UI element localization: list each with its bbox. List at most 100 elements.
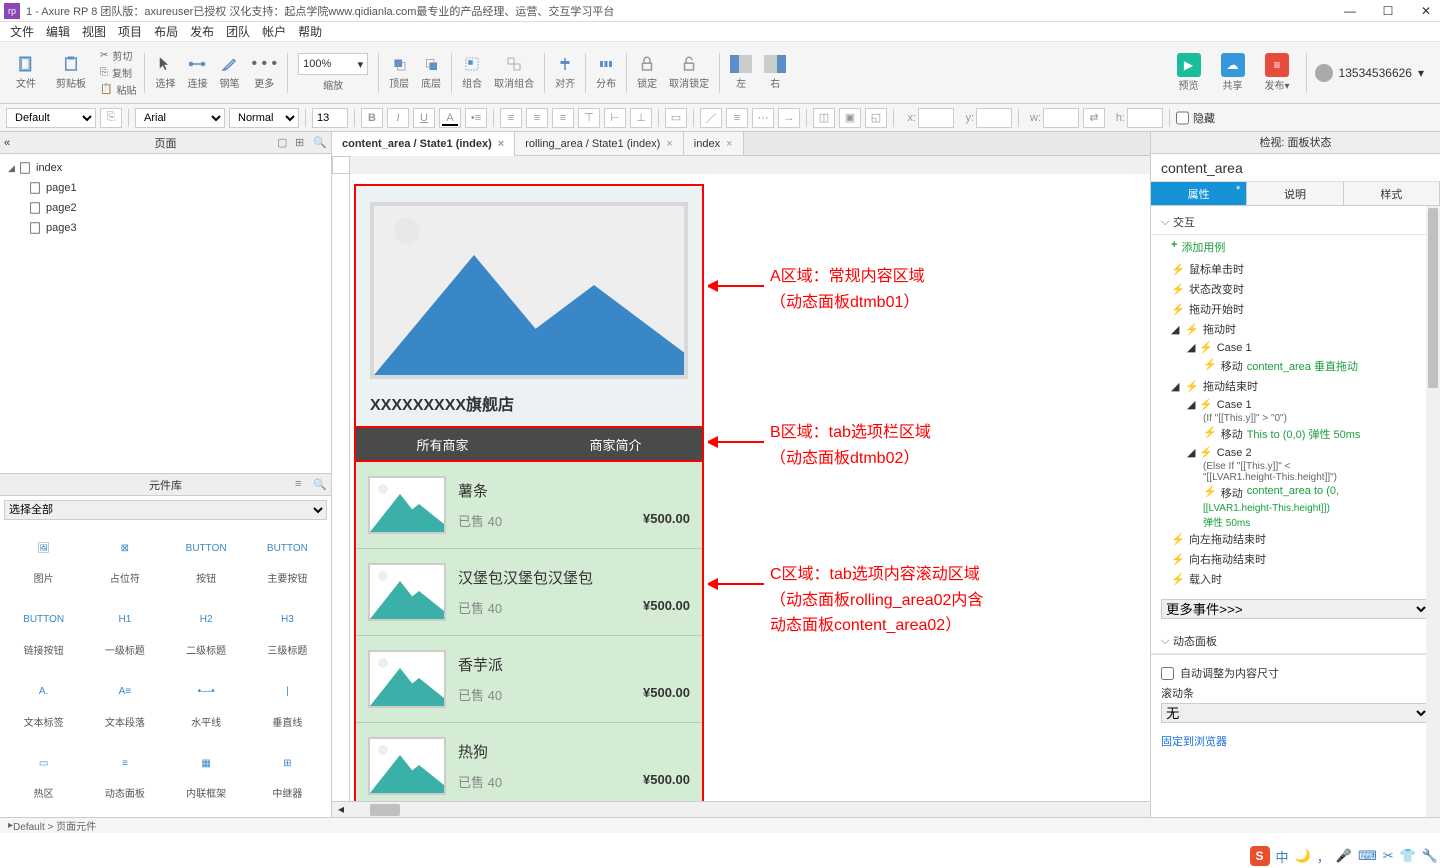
style-select[interactable]: Default (6, 108, 96, 128)
canvas-content[interactable]: XXXXXXXXX旗舰店 所有商家 商家简介 薯条 已售 40 ¥500.00 … (350, 174, 1150, 801)
ime-comma-icon[interactable]: ， (1317, 847, 1330, 866)
add-folder-icon[interactable]: ⊞ (295, 136, 309, 150)
tool-preview[interactable]: ▶ 预览 (1169, 53, 1209, 93)
tool-paste[interactable]: 📋粘贴 (100, 82, 136, 97)
menu-account[interactable]: 帐户 (262, 23, 286, 40)
search-icon[interactable]: 🔍 (313, 136, 327, 150)
valign-top-button[interactable]: ⊤ (578, 108, 600, 128)
minimize-button[interactable]: — (1340, 4, 1360, 18)
line-width-button[interactable]: ≡ (726, 108, 748, 128)
ime-shirt-icon[interactable]: 👕 (1400, 848, 1416, 864)
library-item[interactable]: 🖼图片 (6, 530, 81, 596)
fill-button[interactable]: ▭ (665, 108, 687, 128)
ime-scissors-icon[interactable]: ✂ (1383, 848, 1394, 864)
library-item[interactable]: ⊠占位符 (87, 530, 162, 596)
case-dragging-1[interactable]: ◢⚡Case 1 (1151, 339, 1440, 356)
widget-name[interactable]: content_area (1151, 154, 1440, 182)
tool-select[interactable]: 选择 (149, 45, 181, 101)
weight-select[interactable]: Normal (229, 108, 299, 128)
shadow-inner-button[interactable]: ▣ (839, 108, 861, 128)
h-input[interactable] (1127, 108, 1163, 128)
menu-team[interactable]: 团队 (226, 23, 250, 40)
tab-properties[interactable]: 属性* (1151, 182, 1247, 205)
menu-publish[interactable]: 发布 (190, 23, 214, 40)
tool-top[interactable]: 顶层 (383, 45, 415, 101)
corner-button[interactable]: ◱ (865, 108, 887, 128)
tool-share[interactable]: ☁ 共享 (1213, 53, 1253, 93)
scrollbar-select[interactable]: 无 (1161, 703, 1430, 723)
case-dragend-1[interactable]: ◢⚡Case 1 (1151, 396, 1440, 413)
library-item[interactable]: ⊞中继器 (250, 745, 325, 811)
tool-right[interactable]: 右 (758, 45, 792, 101)
event-swipe-left[interactable]: ⚡向左拖动结束时 (1151, 529, 1440, 549)
region-c-list[interactable]: 薯条 已售 40 ¥500.00 汉堡包汉堡包汉堡包 已售 40 ¥500.00… (356, 462, 702, 801)
library-item[interactable]: BUTTON链接按钮 (6, 602, 81, 668)
action-move-content2[interactable]: ⚡移动 content_area to (0, (1151, 483, 1440, 503)
align-center-button[interactable]: ≡ (526, 108, 548, 128)
library-item[interactable]: H3三级标题 (250, 602, 325, 668)
library-item[interactable]: A.文本标签 (6, 674, 81, 740)
scrollbar-horizontal[interactable]: ◂ (332, 801, 1150, 817)
tool-group-btn[interactable]: 组合 (456, 45, 488, 101)
tool-unlock[interactable]: 取消锁定 (663, 45, 715, 101)
tab-style[interactable]: 样式 (1344, 182, 1440, 205)
fontsize-input[interactable] (312, 108, 348, 128)
tool-clipboard[interactable]: 剪贴板 (46, 45, 96, 101)
user-menu[interactable]: 13534536626 ▾ (1315, 53, 1434, 93)
tree-item-page1[interactable]: page1 (20, 178, 331, 198)
library-select[interactable]: 选择全部 (4, 500, 327, 520)
menu-edit[interactable]: 编辑 (46, 23, 70, 40)
fontcolor-button[interactable]: A (439, 108, 461, 128)
menu-layout[interactable]: 布局 (154, 23, 178, 40)
section-dynamic-panel[interactable]: ⌵动态面板 (1151, 629, 1440, 654)
case-dragend-2[interactable]: ◢⚡Case 2 (1151, 444, 1440, 461)
bullet-button[interactable]: •≡ (465, 108, 487, 128)
menu-project[interactable]: 项目 (118, 23, 142, 40)
product-list-item[interactable]: 热狗 已售 40 ¥500.00 (356, 723, 702, 801)
close-button[interactable]: ✕ (1416, 4, 1436, 18)
canvas-tab-rolling-area[interactable]: rolling_area / State1 (index)× (515, 132, 684, 155)
library-item[interactable]: ≡动态面板 (87, 745, 162, 811)
lib-menu-icon[interactable]: ≡ (295, 478, 309, 492)
tab-all-merchants[interactable]: 所有商家 (356, 428, 529, 460)
ime-tool-icon[interactable]: 🔧 (1422, 848, 1438, 864)
event-swipe-right[interactable]: ⚡向右拖动结束时 (1151, 549, 1440, 569)
collapse-icon[interactable]: « (4, 137, 18, 149)
event-state-change[interactable]: ⚡状态改变时 (1151, 279, 1440, 299)
region-a[interactable]: XXXXXXXXX旗舰店 (356, 186, 702, 426)
italic-button[interactable]: I (387, 108, 409, 128)
maximize-button[interactable]: ☐ (1378, 4, 1398, 18)
underline-button[interactable]: U (413, 108, 435, 128)
zoom-input[interactable]: 100%▾ (298, 53, 368, 75)
ime-keyboard-icon[interactable]: ⌨ (1358, 848, 1377, 864)
auto-fit-checkbox[interactable] (1161, 667, 1174, 680)
lock-ratio-button[interactable]: ⇄ (1083, 108, 1105, 128)
scrollbar-vertical[interactable] (1426, 206, 1440, 817)
w-input[interactable] (1043, 108, 1079, 128)
product-list-item[interactable]: 薯条 已售 40 ¥500.00 (356, 462, 702, 549)
tool-more[interactable]: • • • 更多 (245, 45, 283, 101)
tool-copy[interactable]: ⎘复制 (100, 65, 136, 80)
event-click[interactable]: ⚡鼠标单击时 (1151, 259, 1440, 279)
tool-pen[interactable]: 钢笔 (213, 45, 245, 101)
tab-merchant-intro[interactable]: 商家简介 (529, 428, 702, 460)
menu-view[interactable]: 视图 (82, 23, 106, 40)
tab-notes[interactable]: 说明 (1247, 182, 1343, 205)
section-interactions[interactable]: ⌵交互 (1151, 210, 1440, 235)
hidden-checkbox[interactable] (1176, 108, 1189, 128)
align-right-button[interactable]: ≡ (552, 108, 574, 128)
shadow-outer-button[interactable]: ◫ (813, 108, 835, 128)
tree-item-page3[interactable]: page3 (20, 218, 331, 238)
y-input[interactable] (976, 108, 1012, 128)
library-item[interactable]: BUTTON按钮 (169, 530, 244, 596)
canvas-tab-content-area[interactable]: content_area / State1 (index)× (332, 132, 515, 155)
tool-left[interactable]: 左 (724, 45, 758, 101)
library-item[interactable]: ▭热区 (6, 745, 81, 811)
library-item[interactable]: |垂直线 (250, 674, 325, 740)
pin-browser-link[interactable]: 固定到浏览器 (1151, 729, 1440, 753)
tool-distribute[interactable]: 分布 (590, 45, 622, 101)
event-load[interactable]: ⚡载入时 (1151, 569, 1440, 589)
x-input[interactable] (918, 108, 954, 128)
close-icon[interactable]: × (726, 138, 732, 150)
tool-publish[interactable]: ≡ 发布▾ (1257, 53, 1298, 93)
